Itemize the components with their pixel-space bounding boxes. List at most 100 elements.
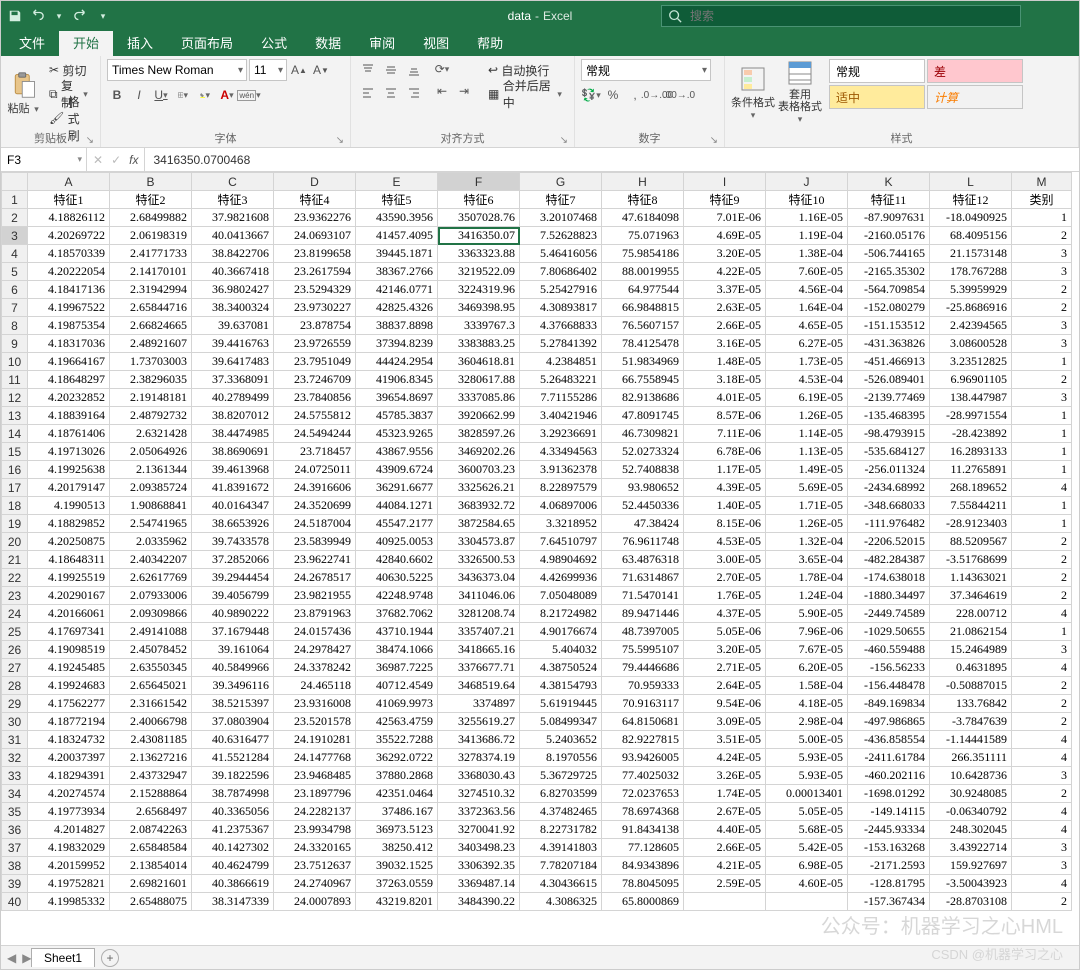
clipboard-launcher-icon[interactable]: ↘: [86, 135, 94, 146]
cell[interactable]: 1.74E-05: [684, 785, 766, 803]
cell[interactable]: 4.39E-05: [684, 479, 766, 497]
cell[interactable]: 24.0007893: [274, 893, 356, 911]
cell[interactable]: -28.8703108: [930, 893, 1012, 911]
cell[interactable]: -128.81795: [848, 875, 930, 893]
cell[interactable]: 2: [1012, 713, 1072, 731]
increase-font-icon[interactable]: A▲: [289, 60, 309, 80]
cell[interactable]: 4.69E-05: [684, 227, 766, 245]
cell[interactable]: 7.55844211: [930, 497, 1012, 515]
cell[interactable]: 38250.412: [356, 839, 438, 857]
cell[interactable]: 2.70E-05: [684, 569, 766, 587]
style-neutral[interactable]: 适中: [829, 85, 925, 109]
cell[interactable]: 3339767.3: [438, 317, 520, 335]
cell[interactable]: -1.14441589: [930, 731, 1012, 749]
cell[interactable]: 23.9821955: [274, 587, 356, 605]
cell[interactable]: -482.284387: [848, 551, 930, 569]
column-header[interactable]: M: [1012, 173, 1072, 191]
cell[interactable]: 5.46416056: [520, 245, 602, 263]
cell[interactable]: 1.26E-05: [766, 515, 848, 533]
cell[interactable]: 43219.8201: [356, 893, 438, 911]
percent-format-icon[interactable]: %: [603, 85, 623, 105]
cell[interactable]: 64.8150681: [602, 713, 684, 731]
cell[interactable]: 7.52628823: [520, 227, 602, 245]
cell[interactable]: 7.67E-05: [766, 641, 848, 659]
tab-view[interactable]: 视图: [409, 31, 463, 56]
cell[interactable]: 3: [1012, 245, 1072, 263]
cell[interactable]: 4.53E-04: [766, 371, 848, 389]
cell[interactable]: 2.6321428: [110, 425, 192, 443]
cell[interactable]: 5.36729725: [520, 767, 602, 785]
cell[interactable]: 52.4450336: [602, 497, 684, 515]
fill-color-button[interactable]: ▾: [195, 85, 215, 105]
cell[interactable]: 2.98E-04: [766, 713, 848, 731]
cell[interactable]: -2171.2593: [848, 857, 930, 875]
cell[interactable]: 4.98904692: [520, 551, 602, 569]
cell[interactable]: 40712.4549: [356, 677, 438, 695]
style-bad[interactable]: 差: [927, 59, 1023, 83]
cell[interactable]: 3.20E-05: [684, 641, 766, 659]
tab-formulas[interactable]: 公式: [247, 31, 301, 56]
cell[interactable]: 4.19773934: [28, 803, 110, 821]
tab-home[interactable]: 开始: [59, 31, 113, 56]
cell[interactable]: 3372363.56: [438, 803, 520, 821]
cell[interactable]: -348.668033: [848, 497, 930, 515]
cell[interactable]: 39.2944454: [192, 569, 274, 587]
cell[interactable]: -149.14115: [848, 803, 930, 821]
cell[interactable]: 23.9622741: [274, 551, 356, 569]
row-header[interactable]: 25: [2, 623, 28, 641]
cell[interactable]: 5.69E-05: [766, 479, 848, 497]
border-button[interactable]: ▾: [173, 85, 193, 105]
row-header[interactable]: 3: [2, 227, 28, 245]
cell[interactable]: 4.19245485: [28, 659, 110, 677]
cell[interactable]: 4.37482465: [520, 803, 602, 821]
cell[interactable]: -151.153512: [848, 317, 930, 335]
align-launcher-icon[interactable]: ↘: [560, 135, 568, 146]
cell[interactable]: 40.0164347: [192, 497, 274, 515]
cell[interactable]: 4.18648297: [28, 371, 110, 389]
cell[interactable]: 1.17E-05: [684, 461, 766, 479]
cell[interactable]: 4.18829852: [28, 515, 110, 533]
cell[interactable]: 44424.2954: [356, 353, 438, 371]
cell[interactable]: 4: [1012, 803, 1072, 821]
cell[interactable]: 82.9138686: [602, 389, 684, 407]
row-header[interactable]: 37: [2, 839, 28, 857]
bold-button[interactable]: B: [107, 85, 127, 105]
cell[interactable]: 38.8207012: [192, 407, 274, 425]
sheet-tab[interactable]: Sheet1: [31, 948, 95, 967]
cell[interactable]: 40630.5225: [356, 569, 438, 587]
cell[interactable]: 24.2282137: [274, 803, 356, 821]
column-header[interactable]: E: [356, 173, 438, 191]
row-header[interactable]: 26: [2, 641, 28, 659]
cell[interactable]: 3.65E-04: [766, 551, 848, 569]
cell[interactable]: 2.31661542: [110, 695, 192, 713]
cell[interactable]: 75.9854186: [602, 245, 684, 263]
cell[interactable]: 1.14363021: [930, 569, 1012, 587]
cell[interactable]: 3306392.35: [438, 857, 520, 875]
cell[interactable]: 5.39959929: [930, 281, 1012, 299]
cell[interactable]: 5.90E-05: [766, 605, 848, 623]
cell[interactable]: 65.8000869: [602, 893, 684, 911]
row-header[interactable]: 23: [2, 587, 28, 605]
cell[interactable]: 76.5607157: [602, 317, 684, 335]
cell[interactable]: 23.9730227: [274, 299, 356, 317]
cell[interactable]: 2: [1012, 299, 1072, 317]
cell[interactable]: 24.5187004: [274, 515, 356, 533]
row-header[interactable]: 2: [2, 209, 28, 227]
cell[interactable]: 特征5: [356, 191, 438, 209]
cell[interactable]: 2.31942994: [110, 281, 192, 299]
cell[interactable]: 2: [1012, 569, 1072, 587]
cell[interactable]: 8.22731782: [520, 821, 602, 839]
cell[interactable]: 37880.2868: [356, 767, 438, 785]
cell[interactable]: 2.69821601: [110, 875, 192, 893]
cell[interactable]: 5.27841392: [520, 335, 602, 353]
cell[interactable]: 类别: [1012, 191, 1072, 209]
cell[interactable]: 7.80686402: [520, 263, 602, 281]
cell[interactable]: 2.1361344: [110, 461, 192, 479]
cell[interactable]: 4.60E-05: [766, 875, 848, 893]
cell[interactable]: 4.42699936: [520, 569, 602, 587]
cell[interactable]: -135.468395: [848, 407, 930, 425]
tab-pagelayout[interactable]: 页面布局: [167, 31, 247, 56]
cell[interactable]: 1.64E-04: [766, 299, 848, 317]
cell[interactable]: 2.43732947: [110, 767, 192, 785]
indent-decrease-icon[interactable]: ⇤: [432, 81, 452, 101]
